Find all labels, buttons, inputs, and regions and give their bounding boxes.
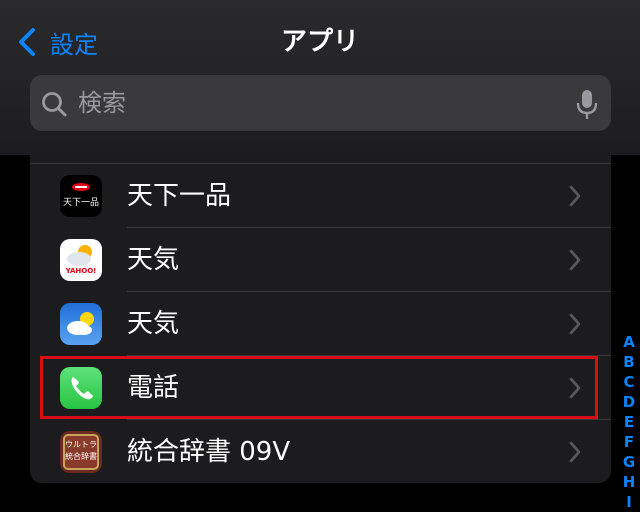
tenkaippin-app-icon: 天下一品 [60, 175, 102, 217]
highlight-box [40, 356, 598, 419]
search-placeholder: 検索 [78, 89, 126, 117]
app-name: 天気 [127, 245, 180, 275]
app-name: 天気 [127, 309, 180, 339]
app-row-tenkaippin[interactable]: 天下一品 天下一品 [30, 164, 611, 228]
app-name: 統合辞書 09V [127, 437, 291, 467]
index-letter-h[interactable]: H [620, 472, 638, 492]
section-index[interactable]: A B C D E F G H I [620, 332, 638, 512]
app-row-yahoo-weather[interactable]: YAHOO! 天気 [30, 228, 611, 292]
app-list: 天下一品 天下一品 YAHOO! 天気 天気 電話 ウルトラ統合辞書 統合辞書 … [30, 155, 611, 483]
index-letter-a[interactable]: A [620, 332, 638, 352]
chevron-right-icon [569, 313, 581, 335]
chevron-right-icon [569, 249, 581, 271]
ultra-dictionary-app-icon: ウルトラ統合辞書 [60, 431, 102, 473]
svg-text:YAHOO!: YAHOO! [65, 267, 97, 275]
app-row-apple-weather[interactable]: 天気 [30, 292, 611, 356]
search-icon [42, 92, 67, 117]
yahoo-weather-app-icon: YAHOO! [60, 239, 102, 281]
svg-text:天下一品: 天下一品 [63, 197, 99, 208]
apple-weather-app-icon [60, 303, 102, 345]
microphone-icon[interactable] [575, 88, 599, 120]
chevron-right-icon [569, 441, 581, 463]
app-name: 天下一品 [127, 181, 232, 211]
index-letter-g[interactable]: G [620, 452, 638, 472]
index-letter-d[interactable]: D [620, 392, 638, 412]
index-letter-c[interactable]: C [620, 372, 638, 392]
index-letter-i[interactable]: I [620, 492, 638, 512]
page-title: アプリ [280, 27, 359, 57]
chevron-right-icon [569, 185, 581, 207]
index-letter-e[interactable]: E [620, 412, 638, 432]
index-letter-f[interactable]: F [620, 432, 638, 452]
index-letter-b[interactable]: B [620, 352, 638, 372]
search-input[interactable]: 検索 [30, 75, 611, 131]
app-row-ultra-dictionary[interactable]: ウルトラ統合辞書 統合辞書 09V [30, 420, 611, 483]
